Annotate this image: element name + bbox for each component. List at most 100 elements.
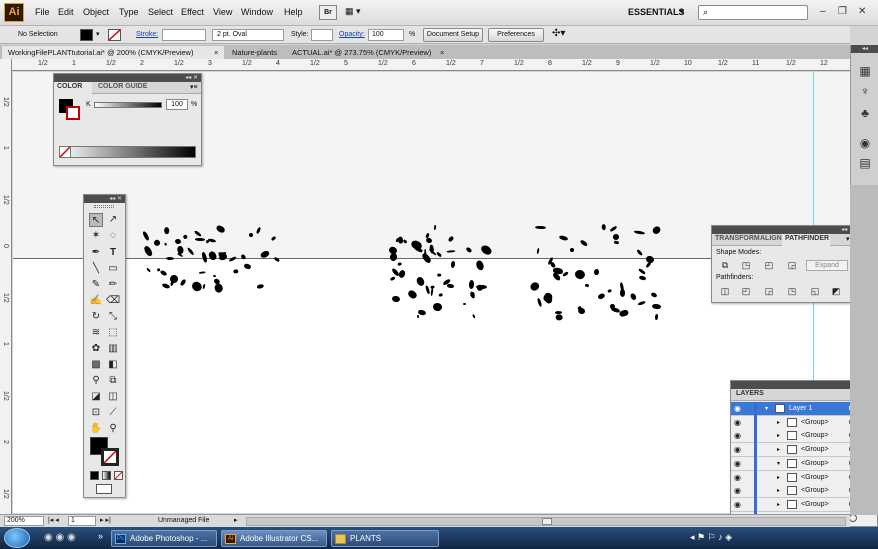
trim-icon[interactable]: ◰ xyxy=(739,284,753,298)
close-icon[interactable]: × xyxy=(440,46,444,59)
visibility-eye-icon[interactable]: ◉ xyxy=(734,432,742,440)
panel-menu-icon[interactable]: ▾≡ xyxy=(190,83,198,91)
merge-icon[interactable]: ◲ xyxy=(762,284,776,298)
restore-icon[interactable]: ❐ xyxy=(838,6,847,17)
workspace-switcher[interactable]: ESSENTIALS xyxy=(628,7,685,17)
plant-shape[interactable] xyxy=(446,283,454,289)
plant-shape[interactable] xyxy=(198,271,206,275)
tab-actual[interactable]: ACTUAL.ai* @ 273.75% (CMYK/Preview) × xyxy=(286,46,450,59)
preferences-button[interactable]: Preferences xyxy=(488,28,544,42)
expand-arrow-icon[interactable]: ▸ xyxy=(777,419,780,426)
brush-select[interactable]: 2 pt. Oval xyxy=(212,29,284,41)
expand-button[interactable]: Expand xyxy=(806,260,848,271)
minimize-icon[interactable]: – xyxy=(820,6,826,17)
tab-color[interactable]: COLOR xyxy=(57,83,82,90)
menu-view[interactable]: View xyxy=(213,7,232,17)
menu-window[interactable]: Window xyxy=(241,7,273,17)
dock-collapse-bar[interactable]: ◂◂ xyxy=(851,45,878,53)
start-button[interactable] xyxy=(4,528,30,548)
close-icon[interactable]: × xyxy=(214,46,218,59)
menu-type[interactable]: Type xyxy=(119,7,139,17)
menu-edit[interactable]: Edit xyxy=(58,7,74,17)
plant-shape[interactable] xyxy=(432,302,443,312)
live-paint-icon[interactable]: ◪ xyxy=(89,390,103,404)
plant-shape[interactable] xyxy=(528,280,541,292)
plant-shape[interactable] xyxy=(476,284,487,290)
gradient-tool-icon[interactable]: ◧ xyxy=(106,358,120,372)
plant-shape[interactable] xyxy=(212,274,217,278)
expand-arrow-icon[interactable]: ▾ xyxy=(765,405,768,412)
eraser-icon[interactable]: ⌫ xyxy=(106,294,120,308)
paintbrush-icon[interactable]: ✎ xyxy=(89,278,103,292)
plant-shape[interactable] xyxy=(218,252,229,262)
panel-collapse-bar[interactable]: ◂◂ ✕ xyxy=(54,74,201,82)
artboard-tool-icon[interactable]: ⊡ xyxy=(89,406,103,420)
minus-back-icon[interactable]: ◩ xyxy=(829,284,843,298)
free-transform-icon[interactable]: ⬚ xyxy=(106,326,120,340)
plant-shape[interactable] xyxy=(637,300,647,307)
plant-shape[interactable] xyxy=(417,314,420,319)
close-icon[interactable]: ✕ xyxy=(858,6,866,17)
mesh-tool-icon[interactable]: ▩ xyxy=(89,358,103,372)
plant-shape[interactable] xyxy=(561,271,569,277)
tab-align[interactable]: ALIGN xyxy=(760,235,782,242)
style-select[interactable] xyxy=(311,29,333,41)
menu-file[interactable]: File xyxy=(35,7,50,17)
plant-shape[interactable] xyxy=(390,267,400,277)
task-photoshop[interactable]: Ps Adobe Photoshop - ... xyxy=(111,530,217,547)
screen-mode-icon[interactable] xyxy=(96,484,112,494)
horizontal-ruler[interactable]: 1/2 1 1/2 2 1/2 3 1/2 4 1/2 5 1/2 6 1/2 7 1/2 8 1/2 9 1/2 1… xyxy=(12,59,864,71)
scrollbar-thumb[interactable] xyxy=(542,518,552,525)
tab-pathfinder[interactable]: PATHFINDER xyxy=(785,235,829,242)
pencil-icon[interactable]: ✏ xyxy=(106,278,120,292)
tray-icons[interactable]: ◂ ⚑ ⚐ ♪ ◈ xyxy=(690,532,732,543)
type-tool-icon[interactable]: T xyxy=(106,246,120,260)
plant-shape[interactable] xyxy=(146,267,152,274)
visibility-eye-icon[interactable]: ◉ xyxy=(734,418,742,426)
plant-shape[interactable] xyxy=(601,224,606,231)
visibility-eye-icon[interactable]: ◉ xyxy=(734,500,742,508)
plant-shape[interactable] xyxy=(437,293,443,298)
stroke-color-swatch[interactable] xyxy=(66,106,80,120)
eyedropper-icon[interactable]: ⚲ xyxy=(89,374,103,388)
plant-shape[interactable] xyxy=(629,292,638,301)
plant-shape[interactable] xyxy=(389,275,396,281)
gradient-mode-icon[interactable] xyxy=(102,471,111,480)
expand-arrow-icon[interactable]: ▸ xyxy=(777,474,780,481)
plant-shape[interactable] xyxy=(397,262,403,267)
none-mode-icon[interactable] xyxy=(114,471,123,480)
rotate-tool-icon[interactable]: ↻ xyxy=(89,310,103,324)
expand-arrow-icon[interactable]: ▾ xyxy=(777,460,780,467)
crop-icon[interactable]: ◳ xyxy=(785,284,799,298)
plant-shape[interactable] xyxy=(638,275,647,282)
bridge-button[interactable]: Br xyxy=(319,5,337,20)
exclude-icon[interactable]: ◲ xyxy=(785,258,799,272)
plant-shape[interactable] xyxy=(536,297,543,308)
status-menu-icon[interactable]: ▸ xyxy=(234,516,238,524)
color-spectrum[interactable] xyxy=(59,146,196,158)
selection-tool-icon[interactable]: ↖ xyxy=(89,213,103,227)
isolate-icon[interactable]: ✣▾ xyxy=(552,28,565,39)
magic-wand-icon[interactable]: ✶ xyxy=(89,229,103,243)
plant-shape[interactable] xyxy=(189,279,204,293)
plant-shape[interactable] xyxy=(573,269,585,280)
lasso-icon[interactable]: ◌ xyxy=(106,229,120,243)
expand-arrow-icon[interactable]: ▸ xyxy=(777,501,780,508)
plant-shape[interactable] xyxy=(594,268,600,276)
more-icon[interactable]: » xyxy=(98,531,103,541)
plant-shape[interactable] xyxy=(637,268,647,276)
task-illustrator[interactable]: Ai Adobe Illustrator CS... xyxy=(221,530,327,547)
slice-tool-icon[interactable]: ⟋ xyxy=(106,406,120,420)
plant-shape[interactable] xyxy=(423,285,430,295)
plant-shape[interactable] xyxy=(243,263,253,271)
tab-transform[interactable]: TRANSFORM xyxy=(715,235,760,242)
menu-effect[interactable]: Effect xyxy=(181,7,204,17)
plant-shape[interactable] xyxy=(606,288,612,294)
pen-tool-icon[interactable]: ✒ xyxy=(89,246,103,260)
none-swatch[interactable] xyxy=(59,146,71,158)
artboard-select[interactable]: 1 xyxy=(68,516,96,526)
expand-arrow-icon[interactable]: ▸ xyxy=(777,487,780,494)
plant-shape[interactable] xyxy=(555,314,564,321)
panel-grip[interactable] xyxy=(94,205,114,208)
task-plants-folder[interactable]: PLANTS xyxy=(331,530,439,547)
